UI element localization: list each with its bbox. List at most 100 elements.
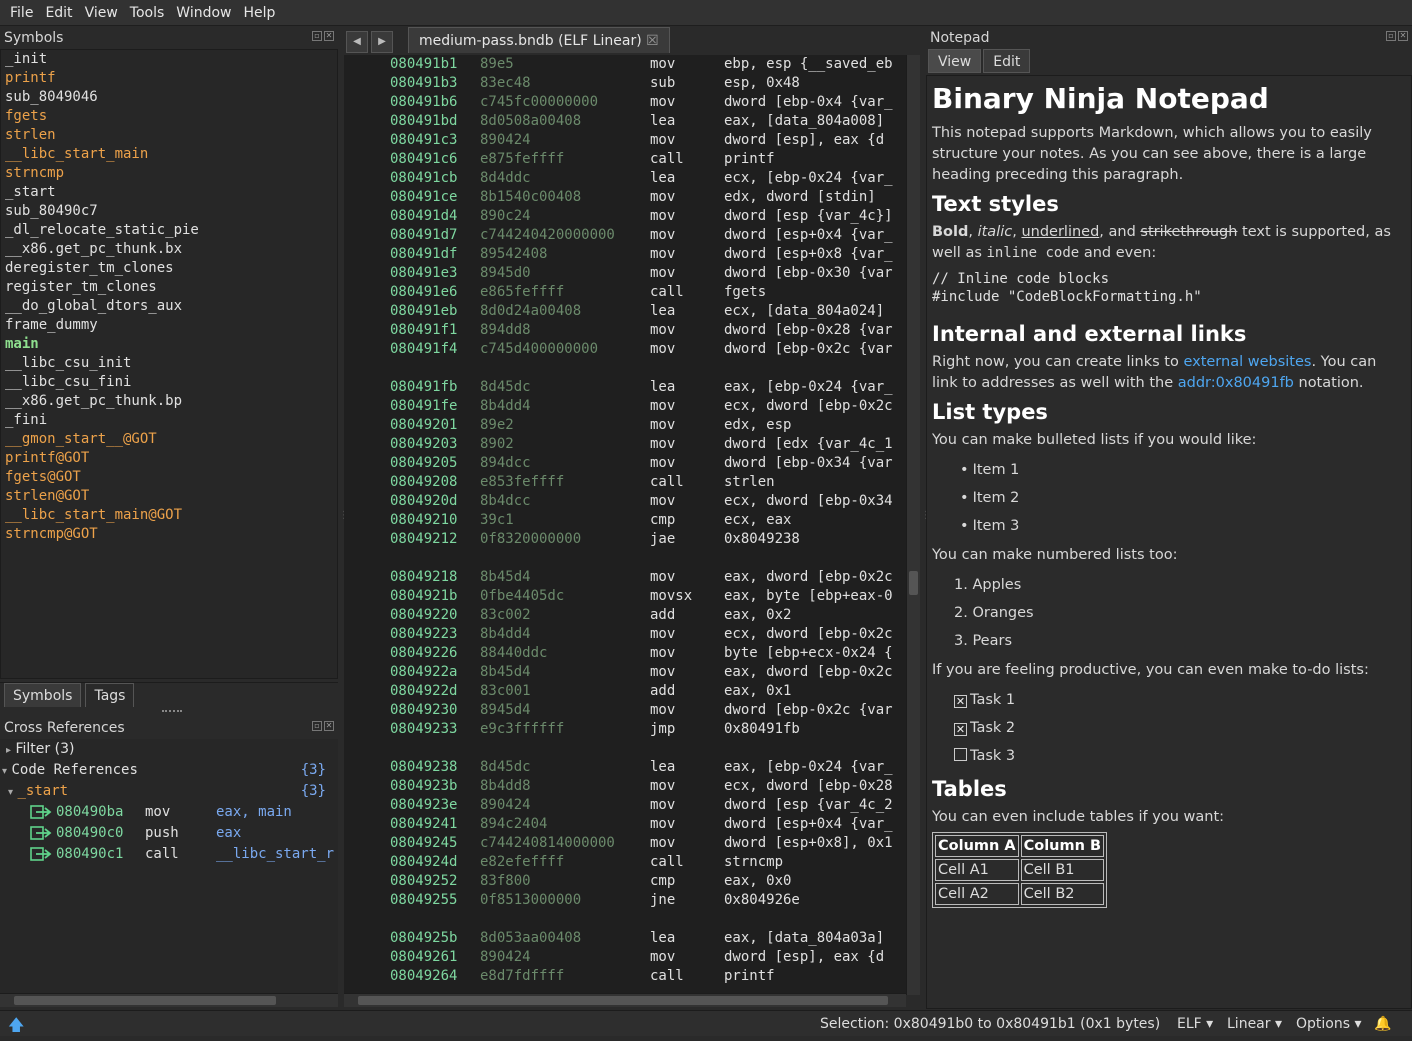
disasm-line[interactable]: 08049255 0f8513000000 jne 0x804926e bbox=[344, 891, 906, 910]
disasm-line[interactable]: 080491c6 e875feffff call printf bbox=[344, 150, 906, 169]
close-tab-icon[interactable]: ☒ bbox=[646, 33, 659, 49]
float-icon[interactable]: ▫ bbox=[312, 31, 322, 41]
disasm-line[interactable]: 080491cb 8d4ddc lea ecx, [ebp-0x24 {var_ bbox=[344, 169, 906, 188]
todo-item[interactable]: Task 3 bbox=[954, 743, 1406, 771]
scroll-thumb[interactable] bbox=[14, 996, 276, 1005]
close-icon[interactable]: ✕ bbox=[324, 721, 334, 731]
back-arrow-icon[interactable]: ◀ bbox=[346, 31, 368, 53]
menu-edit[interactable]: Edit bbox=[39, 0, 78, 26]
symbol-item[interactable]: _start bbox=[5, 183, 337, 202]
menu-window[interactable]: Window bbox=[170, 0, 237, 26]
menu-help[interactable]: Help bbox=[238, 0, 282, 26]
splitter-grip[interactable] bbox=[162, 710, 182, 712]
disasm-line[interactable]: 0804922a 8b45d4 mov eax, dword [ebp-0x2c bbox=[344, 663, 906, 682]
disasm-line[interactable]: 08049230 8945d4 mov dword [ebp-0x2c {var bbox=[344, 701, 906, 720]
splitter-handle[interactable]: ⋮ bbox=[339, 510, 349, 521]
tab-tags[interactable]: Tags bbox=[85, 683, 135, 707]
forward-arrow-icon[interactable]: ▶ bbox=[371, 31, 393, 53]
disasm-line[interactable]: 08049261 890424 mov dword [esp], eax {d bbox=[344, 948, 906, 967]
view-type-dropdown[interactable]: Linear ▾ bbox=[1227, 1016, 1282, 1032]
xref-row[interactable]: 080490c1 call __libc_start_r bbox=[0, 844, 338, 865]
disasm-line[interactable]: 08049223 8b4dd4 mov ecx, dword [ebp-0x2c bbox=[344, 625, 906, 644]
checked-checkbox-icon[interactable]: ✕ bbox=[954, 695, 967, 708]
linear-disassembly[interactable]: 080491b1 89e5 mov ebp, esp {__saved_eb 08049… bbox=[344, 55, 906, 995]
disasm-line[interactable]: 080491fb 8d45dc lea eax, [ebp-0x24 {var_ bbox=[344, 378, 906, 397]
symbol-item[interactable]: __x86.get_pc_thunk.bp bbox=[5, 392, 337, 411]
float-icon[interactable]: ▫ bbox=[1386, 31, 1396, 41]
close-icon[interactable]: ✕ bbox=[324, 31, 334, 41]
disasm-hscrollbar[interactable] bbox=[344, 993, 906, 1007]
symbol-item[interactable]: register_tm_clones bbox=[5, 278, 337, 297]
disasm-vscrollbar[interactable] bbox=[906, 55, 920, 995]
symbol-item[interactable]: _dl_relocate_static_pie bbox=[5, 221, 337, 240]
disasm-line[interactable]: 080491eb 8d0d24a00408 lea ecx, [data_804a02… bbox=[344, 302, 906, 321]
tab-symbols[interactable]: Symbols bbox=[4, 683, 82, 707]
symbol-item[interactable]: fgets@GOT bbox=[5, 468, 337, 487]
disasm-line[interactable]: 080491e3 8945d0 mov dword [ebp-0x30 {var bbox=[344, 264, 906, 283]
disasm-line[interactable]: 0804922d 83c001 add eax, 0x1 bbox=[344, 682, 906, 701]
symbol-item[interactable]: __do_global_dtors_aux bbox=[5, 297, 337, 316]
disasm-line[interactable]: 080491f1 894dd8 mov dword [ebp-0x28 {var bbox=[344, 321, 906, 340]
tab-edit[interactable]: Edit bbox=[983, 49, 1031, 73]
disasm-line[interactable]: 08049210 39c1 cmp ecx, eax bbox=[344, 511, 906, 530]
disasm-line[interactable]: 0804925b 8d053aa00408 lea eax, [data_804a03… bbox=[344, 929, 906, 948]
disasm-line[interactable]: 08049233 e9c3ffffff jmp 0x80491fb bbox=[344, 720, 906, 739]
xref-row[interactable]: 080490ba mov eax, main bbox=[0, 802, 338, 823]
disasm-line[interactable]: 0804923b 8b4dd8 mov ecx, dword [ebp-0x28 bbox=[344, 777, 906, 796]
symbol-item[interactable]: strncmp bbox=[5, 164, 337, 183]
symbol-item[interactable]: __libc_start_main bbox=[5, 145, 337, 164]
disasm-line[interactable]: 08049218 8b45d4 mov eax, dword [ebp-0x2c bbox=[344, 568, 906, 587]
update-arrow-icon[interactable]: 🡅 bbox=[8, 1014, 24, 1041]
symbol-item[interactable]: sub_8049046 bbox=[5, 88, 337, 107]
disasm-line[interactable]: 080491fe 8b4dd4 mov ecx, dword [ebp-0x2c bbox=[344, 397, 906, 416]
disasm-line[interactable] bbox=[344, 739, 906, 758]
xref-filter[interactable]: ▸ Filter (3) bbox=[0, 739, 338, 760]
xref-row[interactable]: 080490c0 push eax bbox=[0, 823, 338, 844]
disasm-line[interactable] bbox=[344, 359, 906, 378]
platform-dropdown[interactable]: ELF ▾ bbox=[1177, 1016, 1213, 1032]
disasm-line[interactable]: 08049252 83f800 cmp eax, 0x0 bbox=[344, 872, 906, 891]
close-icon[interactable]: ✕ bbox=[1398, 31, 1408, 41]
disasm-line[interactable]: 08049201 89e2 mov edx, esp bbox=[344, 416, 906, 435]
scroll-thumb[interactable] bbox=[909, 571, 918, 595]
disasm-line[interactable]: 08049245 c744240814000000 mov dword [esp+0x… bbox=[344, 834, 906, 853]
todo-item[interactable]: ✕ Task 1 bbox=[954, 687, 1406, 715]
disasm-line[interactable]: 080491c3 890424 mov dword [esp], eax {d bbox=[344, 131, 906, 150]
disasm-line[interactable]: 080491e6 e865feffff call fgets bbox=[344, 283, 906, 302]
symbol-item[interactable]: fgets bbox=[5, 107, 337, 126]
symbol-item[interactable]: __libc_start_main@GOT bbox=[5, 506, 337, 525]
symbol-item[interactable]: __libc_csu_fini bbox=[5, 373, 337, 392]
symbol-item[interactable]: __x86.get_pc_thunk.bx bbox=[5, 240, 337, 259]
disasm-line[interactable]: 0804923e 890424 mov dword [esp {var_4c_2 bbox=[344, 796, 906, 815]
disasm-line[interactable]: 08049212 0f8320000000 jae 0x8049238 bbox=[344, 530, 906, 549]
symbol-item[interactable]: _init bbox=[5, 50, 337, 69]
symbol-item[interactable]: strlen bbox=[5, 126, 337, 145]
disasm-line[interactable]: 0804921b 0fbe4405dc movsx eax, byte [ebp+ea… bbox=[344, 587, 906, 606]
symbol-item[interactable]: printf@GOT bbox=[5, 449, 337, 468]
disasm-line[interactable] bbox=[344, 910, 906, 929]
disasm-line[interactable]: 08049264 e8d7fdffff call printf bbox=[344, 967, 906, 986]
symbol-item[interactable]: printf bbox=[5, 69, 337, 88]
menu-tools[interactable]: Tools bbox=[124, 0, 171, 26]
tab-view[interactable]: View bbox=[928, 49, 982, 73]
symbol-item[interactable]: sub_80490c7 bbox=[5, 202, 337, 221]
symbol-item[interactable]: frame_dummy bbox=[5, 316, 337, 335]
disasm-line[interactable]: 08049220 83c002 add eax, 0x2 bbox=[344, 606, 906, 625]
address-link[interactable]: addr:0x80491fb bbox=[1178, 375, 1294, 391]
splitter-handle[interactable]: ⋮ bbox=[921, 510, 931, 521]
menu-view[interactable]: View bbox=[79, 0, 124, 26]
disasm-line[interactable]: 08049208 e853feffff call strlen bbox=[344, 473, 906, 492]
todo-item[interactable]: ✕ Task 2 bbox=[954, 715, 1406, 743]
disasm-line[interactable] bbox=[344, 549, 906, 568]
notification-bell-icon[interactable]: 🔔 bbox=[1374, 1016, 1391, 1032]
xref-code-references[interactable]: ▾ Code References {3} bbox=[0, 760, 338, 781]
tab-medium-pass[interactable]: medium-pass.bndb (ELF Linear) ☒ bbox=[408, 27, 670, 53]
disasm-line[interactable]: 08049238 8d45dc lea eax, [ebp-0x24 {var_ bbox=[344, 758, 906, 777]
disasm-line[interactable]: 080491f4 c745d400000000 mov dword [ebp-0x2c… bbox=[344, 340, 906, 359]
disasm-line[interactable]: 080491b1 89e5 mov ebp, esp {__saved_eb bbox=[344, 55, 906, 74]
disasm-line[interactable]: 08049226 88440ddc mov byte [ebp+ecx-0x24 { bbox=[344, 644, 906, 663]
symbol-item[interactable]: main bbox=[5, 335, 337, 354]
checked-checkbox-icon[interactable]: ✕ bbox=[954, 723, 967, 736]
symbol-item[interactable]: __libc_csu_init bbox=[5, 354, 337, 373]
symbol-item[interactable]: __gmon_start__@GOT bbox=[5, 430, 337, 449]
